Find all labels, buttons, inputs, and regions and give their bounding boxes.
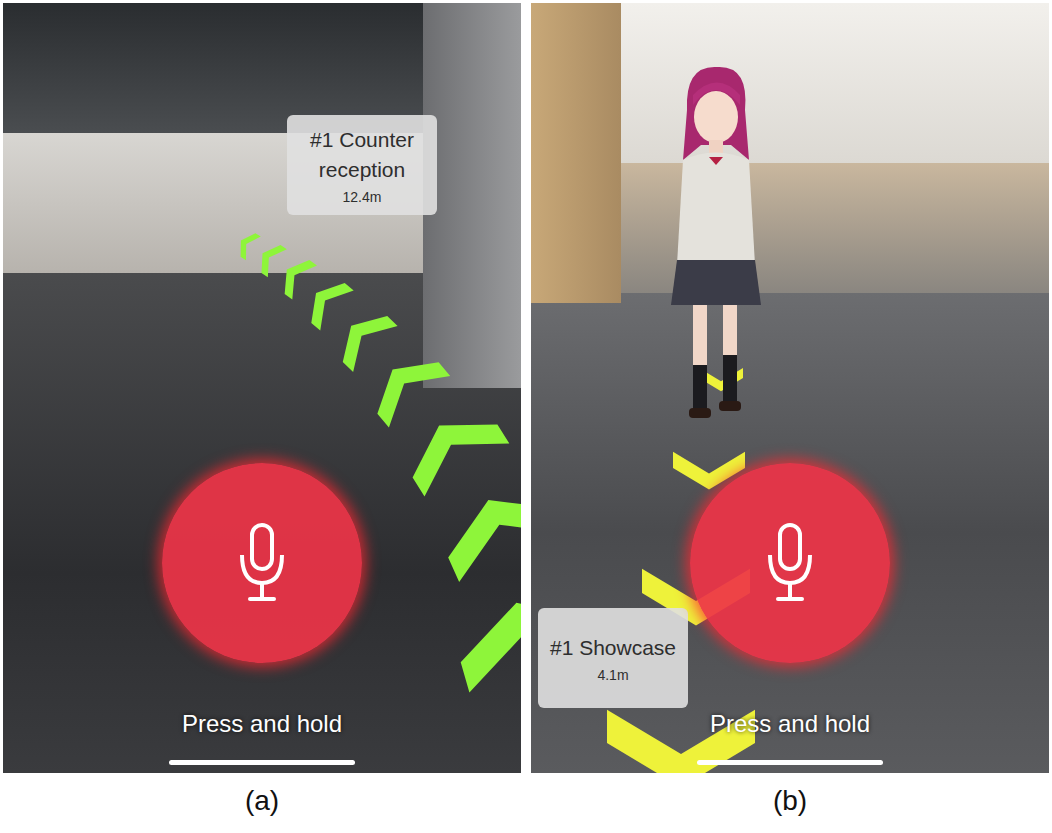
pillar [423,3,521,388]
mic-hint: Press and hold [710,710,870,738]
home-indicator [697,760,883,765]
chevron-icon [397,399,510,497]
destination-distance: 12.4m [343,189,382,205]
home-indicator [169,760,355,765]
phone-screen: #1 Showcase 4.1m Press and hold [531,3,1049,773]
panel-column: #1 Showcase 4.1m Press and hold (b) [531,3,1049,830]
phone-screen: #1 Counter reception 12.4m Press and hol… [3,3,521,773]
panel-caption: (b) [531,785,1049,817]
chevron-icon [329,303,398,372]
voice-controls: Press and hold [3,463,521,773]
destination-name: #1 Counter reception [293,125,431,186]
chevron-icon [299,273,353,330]
chevron-icon [233,229,260,261]
voice-controls: Press and hold [531,463,1049,773]
destination-name: #1 Showcase [550,633,676,663]
chevron-icon [434,476,521,582]
avatar-figure [665,65,765,430]
destination-label[interactable]: #1 Counter reception 12.4m [287,115,437,215]
mic-hint: Press and hold [182,710,342,738]
microphone-icon [234,521,290,605]
mic-button[interactable] [162,463,362,663]
chevron-icon [253,239,287,277]
pillar [531,3,621,303]
destination-label[interactable]: #1 Showcase 4.1m [538,608,688,708]
mic-button[interactable] [690,463,890,663]
chevron-icon [449,583,521,692]
microphone-icon [762,521,818,605]
chevron-icon [274,253,317,300]
panel-caption: (a) [3,785,521,817]
destination-distance: 4.1m [597,667,628,683]
chevron-icon [362,344,450,428]
figure: #1 Counter reception 12.4m Press and hol… [0,0,1052,833]
panel-column: #1 Counter reception 12.4m Press and hol… [3,3,521,830]
